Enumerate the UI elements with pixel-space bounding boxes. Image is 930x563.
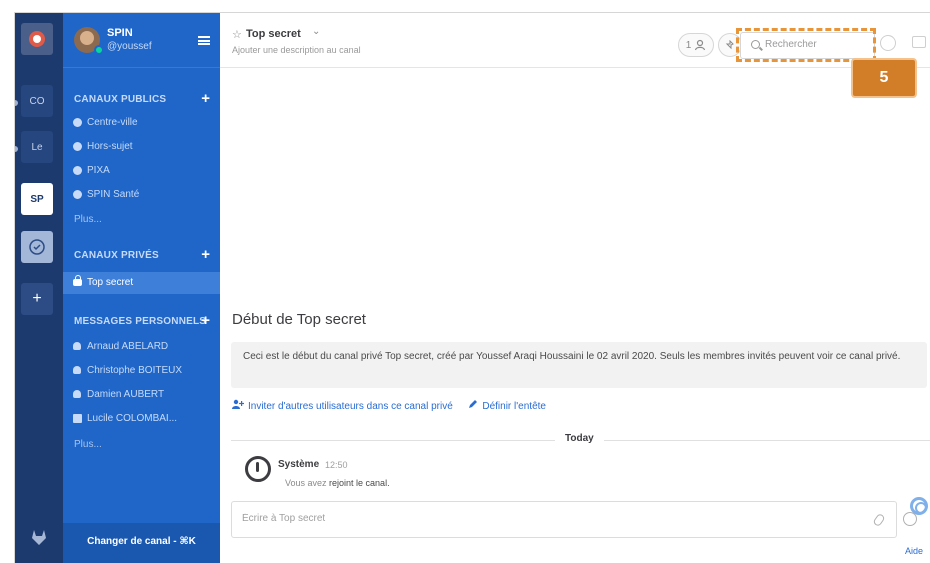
unread-marker bbox=[15, 100, 18, 106]
unread-marker bbox=[15, 146, 18, 152]
set-header-link[interactable]: Définir l'entête bbox=[468, 400, 546, 412]
member-count: 1 bbox=[685, 39, 692, 51]
team-button-sp[interactable]: SP bbox=[21, 183, 53, 215]
section-title: CANAUX PUBLICS bbox=[74, 94, 167, 105]
message-text-bold: rejoint le canal. bbox=[329, 478, 390, 488]
message-composer[interactable] bbox=[231, 501, 897, 538]
team-image-graphic bbox=[29, 239, 45, 255]
team-button-co[interactable]: CO bbox=[21, 85, 53, 117]
lock-icon bbox=[73, 275, 82, 286]
team-name: SPIN bbox=[107, 27, 133, 39]
private-channels-header: CANAUX PRIVÉS + bbox=[63, 246, 220, 266]
mentions-icon[interactable] bbox=[880, 35, 896, 51]
sidebar-item-centre-ville[interactable]: Centre-ville bbox=[63, 112, 220, 134]
globe-icon bbox=[73, 142, 82, 151]
help-link[interactable]: Aide bbox=[905, 546, 923, 556]
add-private-channel-button[interactable]: + bbox=[201, 246, 210, 263]
section-title: MESSAGES PERSONNELS bbox=[74, 316, 207, 327]
user-icon bbox=[73, 342, 81, 350]
cursor-highlight-icon bbox=[910, 497, 928, 515]
switch-channel-button[interactable]: Changer de canal - ⌘K bbox=[63, 523, 220, 563]
add-public-channel-button[interactable]: + bbox=[201, 90, 210, 107]
globe-icon bbox=[73, 118, 82, 127]
paperclip-icon[interactable] bbox=[872, 512, 886, 528]
user-name: @youssef bbox=[107, 41, 152, 52]
pin-icon bbox=[725, 40, 734, 50]
user-icon bbox=[695, 39, 706, 51]
annotation-badge: 5 bbox=[851, 58, 917, 98]
flag-icon[interactable] bbox=[912, 36, 926, 48]
public-channels-header: CANAUX PUBLICS + bbox=[63, 90, 220, 110]
gitlab-icon[interactable] bbox=[29, 527, 49, 547]
sidebar-item-label: Christophe BOITEUX bbox=[87, 365, 183, 376]
system-avatar-icon bbox=[245, 456, 271, 482]
member-list-button[interactable]: 1 bbox=[678, 33, 714, 57]
sidebar-item-label: Centre-ville bbox=[87, 117, 138, 128]
invite-members-label: Inviter d'autres utilisateurs dans ce ca… bbox=[248, 401, 453, 412]
channel-sidebar: SPIN @youssef CANAUX PUBLICS + Centre-vi… bbox=[63, 13, 220, 563]
sidebar-item-spin-sante[interactable]: SPIN Santé bbox=[63, 184, 220, 206]
user-icon bbox=[73, 366, 81, 374]
message-author[interactable]: Système bbox=[278, 459, 319, 470]
team-sidebar: CO Le SP + bbox=[15, 13, 63, 563]
message-text: Vous avez rejoint le canal. bbox=[285, 478, 390, 488]
invite-members-link[interactable]: Inviter d'autres utilisateurs dans ce ca… bbox=[232, 399, 456, 412]
sidebar-item-label: Damien AUBERT bbox=[87, 389, 165, 400]
channel-intro-links: Inviter d'autres utilisateurs dans ce ca… bbox=[232, 399, 546, 412]
more-direct-messages-link[interactable]: Plus... bbox=[74, 439, 102, 450]
sidebar-item-lucile-colombai[interactable]: Lucile COLOMBAI... bbox=[63, 408, 220, 430]
user-icon bbox=[73, 390, 81, 398]
online-status-icon bbox=[94, 45, 104, 55]
team-logo-icon[interactable] bbox=[21, 23, 53, 55]
sidebar-item-top-secret[interactable]: Top secret bbox=[63, 272, 220, 294]
sidebar-item-label: Top secret bbox=[87, 277, 134, 288]
date-divider-label: Today bbox=[555, 433, 604, 444]
channel-title[interactable]: Top secret bbox=[246, 28, 301, 40]
direct-messages-header: MESSAGES PERSONNELS + bbox=[63, 312, 220, 332]
add-team-button[interactable]: + bbox=[21, 283, 53, 315]
hamburger-menu-icon[interactable] bbox=[198, 36, 210, 45]
more-public-channels-link[interactable]: Plus... bbox=[74, 214, 102, 225]
add-direct-message-button[interactable]: + bbox=[201, 312, 210, 329]
team-logo-graphic bbox=[29, 31, 45, 47]
sidebar-item-pixa[interactable]: PIXA bbox=[63, 160, 220, 182]
team-button-le[interactable]: Le bbox=[21, 131, 53, 163]
sidebar-item-label: Arnaud ABELARD bbox=[87, 341, 169, 352]
globe-icon bbox=[73, 190, 82, 199]
section-title: CANAUX PRIVÉS bbox=[74, 250, 159, 261]
sidebar-item-arnaud-abelard[interactable]: Arnaud ABELARD bbox=[63, 336, 220, 358]
sidebar-item-hors-sujet[interactable]: Hors-sujet bbox=[63, 136, 220, 158]
sidebar-item-label: Hors-sujet bbox=[87, 141, 133, 152]
pencil-icon bbox=[469, 400, 478, 408]
sidebar-header[interactable]: SPIN @youssef bbox=[63, 13, 220, 68]
set-header-label: Définir l'entête bbox=[482, 401, 546, 412]
message-input[interactable] bbox=[242, 513, 842, 524]
channel-intro-text: Ceci est le début du canal privé Top sec… bbox=[231, 342, 927, 388]
channel-intro-title: Début de Top secret bbox=[232, 311, 366, 328]
switch-channel-label: Changer de canal - ⌘K bbox=[87, 536, 196, 547]
message-time[interactable]: 12:50 bbox=[325, 460, 348, 470]
add-user-icon bbox=[232, 399, 244, 409]
channel-description[interactable]: Ajouter une description au canal bbox=[232, 45, 361, 55]
sidebar-item-label: SPIN Santé bbox=[87, 189, 140, 200]
globe-icon bbox=[73, 166, 82, 175]
chevron-down-icon[interactable]: ⌄ bbox=[312, 26, 320, 37]
sidebar-item-christophe-boiteux[interactable]: Christophe BOITEUX bbox=[63, 360, 220, 382]
message-text-prefix: Vous avez bbox=[285, 478, 330, 488]
sidebar-item-damien-aubert[interactable]: Damien AUBERT bbox=[63, 384, 220, 406]
annotation-highlight-box bbox=[736, 28, 876, 62]
star-icon[interactable]: ☆ bbox=[232, 28, 242, 41]
team-image-icon[interactable] bbox=[21, 231, 53, 263]
sidebar-item-label: PIXA bbox=[87, 165, 110, 176]
sidebar-item-label: Lucile COLOMBAI... bbox=[87, 413, 178, 424]
group-message-icon bbox=[73, 414, 82, 423]
